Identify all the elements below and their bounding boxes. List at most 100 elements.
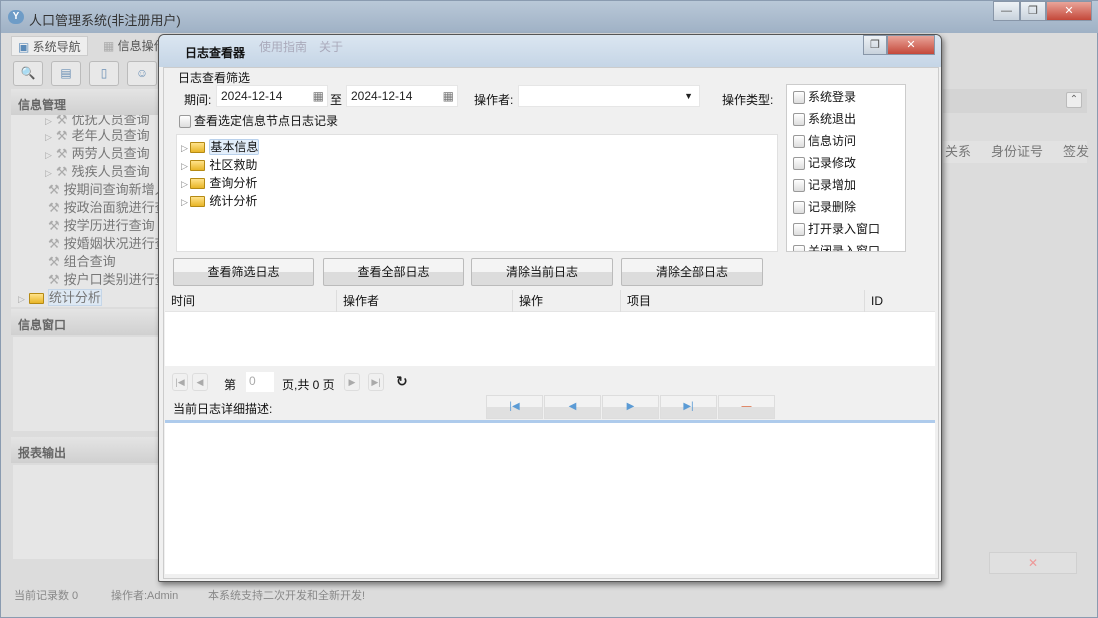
restore-button[interactable]: ❐	[1020, 1, 1046, 21]
report-panel	[13, 465, 159, 559]
document-icon[interactable]: ▯	[89, 61, 119, 86]
list-icon[interactable]: ▤	[51, 61, 81, 86]
col-operator[interactable]: 操作者	[337, 290, 513, 312]
dialog-restore-button[interactable]: ❐	[863, 35, 887, 55]
op-type-label: 操作类型:	[722, 93, 774, 107]
section-report-output[interactable]: 报表输出	[11, 437, 161, 463]
section-info-management[interactable]: 信息管理	[11, 89, 161, 115]
tree-item[interactable]: ⚒按政治面貌进行查询	[48, 197, 161, 215]
clear-current-log-button[interactable]: 清除当前日志	[471, 258, 613, 286]
close-button[interactable]: ✕	[1046, 1, 1092, 21]
date-from-field[interactable]: 2024-12-14 ▦	[216, 85, 328, 107]
bg-table-header: 关系 身份证号 签发	[943, 141, 1089, 163]
log-table-header: 时间 操作者 操作 项目 ID	[165, 290, 935, 312]
tree-item[interactable]: ⚒按期间查询新增人员	[48, 179, 161, 197]
app-title: 人口管理系统(非注册用户)	[29, 13, 181, 28]
clear-all-log-button[interactable]: 清除全部日志	[621, 258, 763, 286]
dialog-body: 日志查看筛选 期间: 2024-12-14 ▦ 至 2024-12-14 ▦ 操作者…	[163, 67, 939, 579]
view-filtered-log-button[interactable]: 查看筛选日志	[173, 258, 314, 286]
tree-node[interactable]: ▷ 查询分析	[181, 174, 257, 191]
dialog-title: 日志查看器	[185, 46, 246, 60]
user-card-icon[interactable]: ☺	[127, 61, 157, 86]
calendar-icon: ▦	[442, 89, 454, 103]
op-type-checkbox[interactable]: 记录修改	[793, 154, 856, 171]
dialog-close-button[interactable]: ✕	[887, 35, 935, 55]
next-page-icon[interactable]: ▶	[344, 373, 360, 391]
section-info-window[interactable]: 信息窗口	[11, 309, 161, 335]
dialog-title-bar: 使用指南 关于 日志查看器	[159, 35, 941, 67]
tree-folder-stats[interactable]: ▷ 统计分析	[18, 287, 102, 306]
page-total: 页,共 0 页	[282, 378, 335, 392]
node-log-checkbox[interactable]: 查看选定信息节点日志记录	[179, 112, 338, 129]
info-window-panel	[13, 337, 159, 431]
page-prefix: 第	[224, 378, 237, 392]
op-type-checkbox[interactable]: 信息访问	[793, 132, 856, 149]
chevron-down-icon: ▼	[684, 91, 693, 101]
calendar-icon: ▦	[312, 89, 324, 103]
status-operator: 操作者:Admin	[111, 590, 179, 602]
folder-icon	[190, 196, 206, 208]
status-note: 本系统支持二次开发和全新开发!	[208, 590, 366, 602]
detail-textarea[interactable]	[165, 420, 935, 574]
tree-item[interactable]: ⚒按户口类别进行查询	[48, 269, 161, 287]
op-type-checkbox[interactable]: 记录删除	[793, 198, 856, 215]
col-operation[interactable]: 操作	[513, 290, 621, 312]
op-type-checkbox[interactable]: 系统登录	[793, 88, 856, 105]
pager: |◀ ◀ 第 0 页,共 0 页 ▶ ▶| ↻	[172, 372, 472, 393]
title-bar: Y 人口管理系统(非注册用户)	[1, 1, 1098, 33]
op-type-checkbox[interactable]: 系统退出	[793, 110, 856, 127]
col-time[interactable]: 时间	[165, 290, 337, 312]
minimize-button[interactable]: —	[993, 1, 1020, 21]
log-viewer-dialog: 使用指南 关于 日志查看器 ❐ ✕ 日志查看筛选 期间: 2024-12-14 ▦…	[158, 34, 942, 582]
tree-item[interactable]: ▷ ⚒ 两劳人员查询	[45, 143, 150, 161]
remove-record-icon[interactable]: —	[718, 395, 775, 419]
status-bar: 当前记录数 0 操作者:Admin 本系统支持二次开发和全新开发!	[14, 587, 614, 603]
page-input[interactable]: 0	[246, 372, 274, 392]
first-record-icon[interactable]: |◀	[486, 395, 543, 419]
op-type-checkbox[interactable]: 打开录入窗口	[793, 220, 880, 237]
tree-node-basic-info[interactable]: ▷ 基本信息	[181, 138, 260, 155]
tree-item[interactable]: ▷ ⚒ 老年人员查询	[45, 125, 150, 143]
tree-node[interactable]: ▷ 社区救助	[181, 156, 257, 173]
prev-record-icon[interactable]: ◀	[544, 395, 601, 419]
next-record-icon[interactable]: ▶	[602, 395, 659, 419]
last-record-icon[interactable]: ▶|	[660, 395, 717, 419]
col-item[interactable]: 项目	[621, 290, 865, 312]
to-label: 至	[330, 93, 343, 107]
view-all-log-button[interactable]: 查看全部日志	[323, 258, 464, 286]
last-page-icon[interactable]: ▶|	[368, 373, 384, 391]
op-type-checkbox[interactable]: 记录增加	[793, 176, 856, 193]
bg-cancel-icon: ✕	[989, 552, 1077, 574]
date-to-field[interactable]: 2024-12-14 ▦	[346, 85, 458, 107]
op-type-list: 系统登录 系统退出 信息访问 记录修改 记录增加 记录删除 打开录入窗口 关闭录…	[786, 84, 906, 252]
sidebar-tree: ▷ ⚒ 优抚人员查询 ▷ ⚒ 老年人员查询 ▷ ⚒ 两劳人员查询 ▷ ⚒ 残疾人员查询 ⚒ 按期间…	[11, 115, 161, 307]
tree-item[interactable]: ▷ ⚒ 残疾人员查询	[45, 161, 150, 179]
tree-node[interactable]: ▷ 统计分析	[181, 192, 257, 209]
bg-menu: 使用指南 关于	[259, 40, 344, 54]
detail-label: 当前日志详细描述:	[173, 402, 273, 416]
operator-label: 操作者:	[474, 93, 514, 107]
status-records: 当前记录数 0	[14, 590, 79, 602]
monitor-icon: ▣	[18, 40, 33, 54]
first-page-icon[interactable]: |◀	[172, 373, 188, 391]
folder-icon	[28, 293, 44, 305]
search-icon[interactable]: 🔍	[13, 61, 43, 86]
grid-icon: ▦	[103, 39, 118, 53]
tab-system-nav[interactable]: ▣ 系统导航	[11, 36, 88, 56]
tree-item[interactable]: ⚒ 按学历进行查询	[48, 215, 155, 233]
filter-title: 日志查看筛选	[178, 71, 251, 85]
app-logo: Y	[8, 10, 24, 24]
period-label: 期间:	[184, 93, 212, 107]
op-type-checkbox[interactable]: 关闭录入窗口	[793, 242, 880, 251]
col-id[interactable]: ID	[865, 290, 935, 312]
folder-icon	[190, 178, 206, 190]
info-node-tree: ▷ 基本信息 ▷ 社区救助 ▷ 查询分析 ▷ 统计分析	[176, 134, 778, 252]
tree-item[interactable]: ⚒ 组合查询	[48, 251, 116, 269]
log-table: 时间 操作者 操作 项目 ID	[165, 290, 935, 366]
folder-icon	[190, 142, 206, 154]
tree-item[interactable]: ⚒按婚姻状况进行查询	[48, 233, 161, 251]
refresh-icon[interactable]: ↻	[396, 373, 408, 390]
collapse-icon[interactable]: ⌃	[1066, 92, 1082, 108]
prev-page-icon[interactable]: ◀	[192, 373, 208, 391]
operator-select[interactable]: ▼	[518, 85, 700, 107]
